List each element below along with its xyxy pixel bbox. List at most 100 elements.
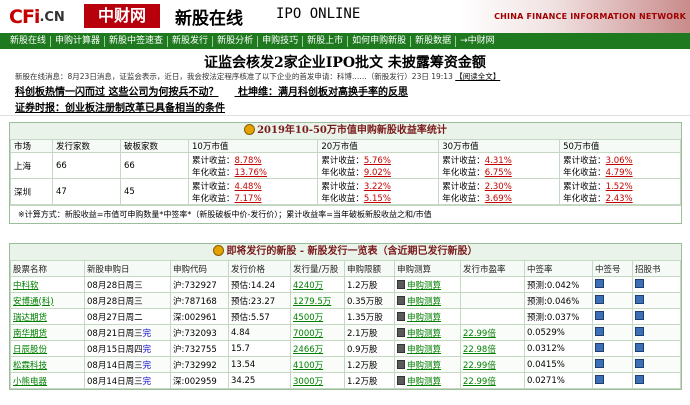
lot-number-cell[interactable] [592, 356, 633, 373]
allotment-rate: 预测:0.042% [524, 276, 593, 293]
pe-ratio-link[interactable] [460, 292, 525, 309]
yield-value[interactable]: 7.17% [235, 194, 262, 204]
lot-number-icon[interactable] [595, 279, 604, 288]
lot-number-cell[interactable] [592, 372, 633, 389]
calc-link[interactable]: 申购测算 [407, 345, 441, 355]
lot-number-icon[interactable] [595, 295, 604, 304]
calc-cell[interactable]: 申购测算 [394, 308, 461, 325]
pe-ratio-link[interactable]: 22.99倍 [460, 324, 525, 341]
prospectus-icon[interactable] [635, 311, 644, 320]
nav-item[interactable]: →中财网 [456, 36, 499, 47]
calc-cell[interactable]: 申购测算 [394, 340, 461, 357]
issue-volume-link[interactable]: 3000万 [290, 372, 345, 389]
lot-number-cell[interactable] [592, 340, 633, 357]
yield-value[interactable]: 6.75% [485, 168, 512, 178]
yield-value[interactable]: 5.15% [364, 194, 391, 204]
prospectus-icon[interactable] [635, 359, 644, 368]
nav-item[interactable]: 新股数据 [411, 35, 457, 47]
calc-link[interactable]: 申购测算 [407, 361, 441, 371]
pe-ratio-link[interactable]: 22.99倍 [460, 372, 525, 389]
zhongcaiwang-logo[interactable]: 中财网 [84, 4, 160, 28]
lot-number-cell[interactable] [592, 292, 633, 309]
headline-link[interactable]: 杜坤维：满月科创板对高换手率的反思 [238, 87, 408, 98]
headline-link[interactable]: 证券时报：创业板注册制改革已具备相当的条件 [15, 103, 225, 114]
cfi-logo[interactable]: CFi .CN [9, 6, 65, 28]
yield-cell: 累计收益：3.22% 年化收益：5.15% [317, 178, 440, 205]
issue-volume-link[interactable]: 4500万 [290, 308, 345, 325]
stock-name-link[interactable]: 安博通(科) [10, 292, 85, 309]
headline[interactable]: 证监会核发2家企业IPO批文 未披露筹资金额 [0, 52, 690, 72]
prospectus-icon[interactable] [635, 295, 644, 304]
subscribe-date-cell: 08月27日周二 [84, 308, 171, 325]
yield-value[interactable]: 5.76% [364, 156, 391, 166]
lot-number-icon[interactable] [595, 327, 604, 336]
stock-name-link[interactable]: 日辰股份 [10, 340, 85, 357]
pe-ratio-link[interactable] [460, 308, 525, 325]
stock-name-link[interactable]: 松霖科技 [10, 356, 85, 373]
yield-value[interactable]: 1.52% [606, 182, 633, 192]
lot-number-cell[interactable] [592, 308, 633, 325]
lot-number-icon[interactable] [595, 375, 604, 384]
nav-item[interactable]: 新股在线 [6, 35, 52, 47]
prospectus-cell[interactable] [632, 276, 681, 293]
read-more-link[interactable]: 【阅读全文】 [455, 72, 500, 81]
nav-item[interactable]: 申购计算器 [51, 35, 106, 47]
pe-ratio-link[interactable] [460, 276, 525, 293]
calc-cell[interactable]: 申购测算 [394, 372, 461, 389]
prospectus-cell[interactable] [632, 356, 681, 373]
prospectus-cell[interactable] [632, 372, 681, 389]
lot-number-cell[interactable] [592, 276, 633, 293]
prospectus-cell[interactable] [632, 292, 681, 309]
yield-value[interactable]: 3.22% [364, 182, 391, 192]
issue-volume-link[interactable]: 2466万 [290, 340, 345, 357]
nav-item[interactable]: 申购技巧 [258, 35, 304, 47]
calc-link[interactable]: 申购测算 [407, 281, 441, 291]
yield-value[interactable]: 2.43% [606, 194, 633, 204]
stock-name-link[interactable]: 瑞达期货 [10, 308, 85, 325]
stock-name-link[interactable]: 南华期货 [10, 324, 85, 341]
prospectus-icon[interactable] [635, 375, 644, 384]
stock-name-link[interactable]: 中科软 [10, 276, 85, 293]
nav-item[interactable]: 新股分析 [213, 35, 259, 47]
nav-item[interactable]: 新股发行 [168, 35, 214, 47]
lot-number-icon[interactable] [595, 359, 604, 368]
nav-item[interactable]: 新股上市 [303, 35, 349, 47]
lot-number-icon[interactable] [595, 343, 604, 352]
issue-volume-link[interactable]: 7000万 [290, 324, 345, 341]
yield-value[interactable]: 4.79% [606, 168, 633, 178]
calc-cell[interactable]: 申购测算 [394, 324, 461, 341]
yield-value[interactable]: 3.69% [485, 194, 512, 204]
yield-value[interactable]: 4.31% [485, 156, 512, 166]
issue-volume-link[interactable]: 1279.5万 [290, 292, 345, 309]
yield-value[interactable]: 8.78% [235, 156, 262, 166]
prospectus-icon[interactable] [635, 343, 644, 352]
prospectus-icon[interactable] [635, 279, 644, 288]
prospectus-cell[interactable] [632, 324, 681, 341]
yield-value[interactable]: 3.06% [606, 156, 633, 166]
nav-item[interactable]: 新股中签速查 [105, 35, 169, 47]
calc-link[interactable]: 申购测算 [407, 313, 441, 323]
issue-volume-link[interactable]: 4240万 [290, 276, 345, 293]
calc-link[interactable]: 申购测算 [407, 329, 441, 339]
lot-number-cell[interactable] [592, 324, 633, 341]
calc-link[interactable]: 申购测算 [407, 297, 441, 307]
calc-link[interactable]: 申购测算 [407, 377, 441, 387]
prospectus-cell[interactable] [632, 308, 681, 325]
yield-value[interactable]: 9.02% [364, 168, 391, 178]
pe-ratio-link[interactable]: 22.99倍 [460, 356, 525, 373]
calc-cell[interactable]: 申购测算 [394, 276, 461, 293]
annual-yield: 年化收益：7.17% [192, 192, 314, 204]
lot-number-icon[interactable] [595, 311, 604, 320]
prospectus-icon[interactable] [635, 327, 644, 336]
calc-cell[interactable]: 申购测算 [394, 356, 461, 373]
pe-ratio-link[interactable]: 22.98倍 [460, 340, 525, 357]
stock-name-link[interactable]: 小熊电器 [10, 372, 85, 389]
yield-value[interactable]: 13.76% [235, 168, 267, 178]
headline-link[interactable]: 科创板热情一闪而过 这些公司为何按兵不动？ [15, 87, 218, 98]
calc-cell[interactable]: 申购测算 [394, 292, 461, 309]
issue-volume-link[interactable]: 4100万 [290, 356, 345, 373]
prospectus-cell[interactable] [632, 340, 681, 357]
nav-item[interactable]: 如何申购新股 [348, 35, 412, 47]
yield-value[interactable]: 4.48% [235, 182, 262, 192]
yield-value[interactable]: 2.30% [485, 182, 512, 192]
